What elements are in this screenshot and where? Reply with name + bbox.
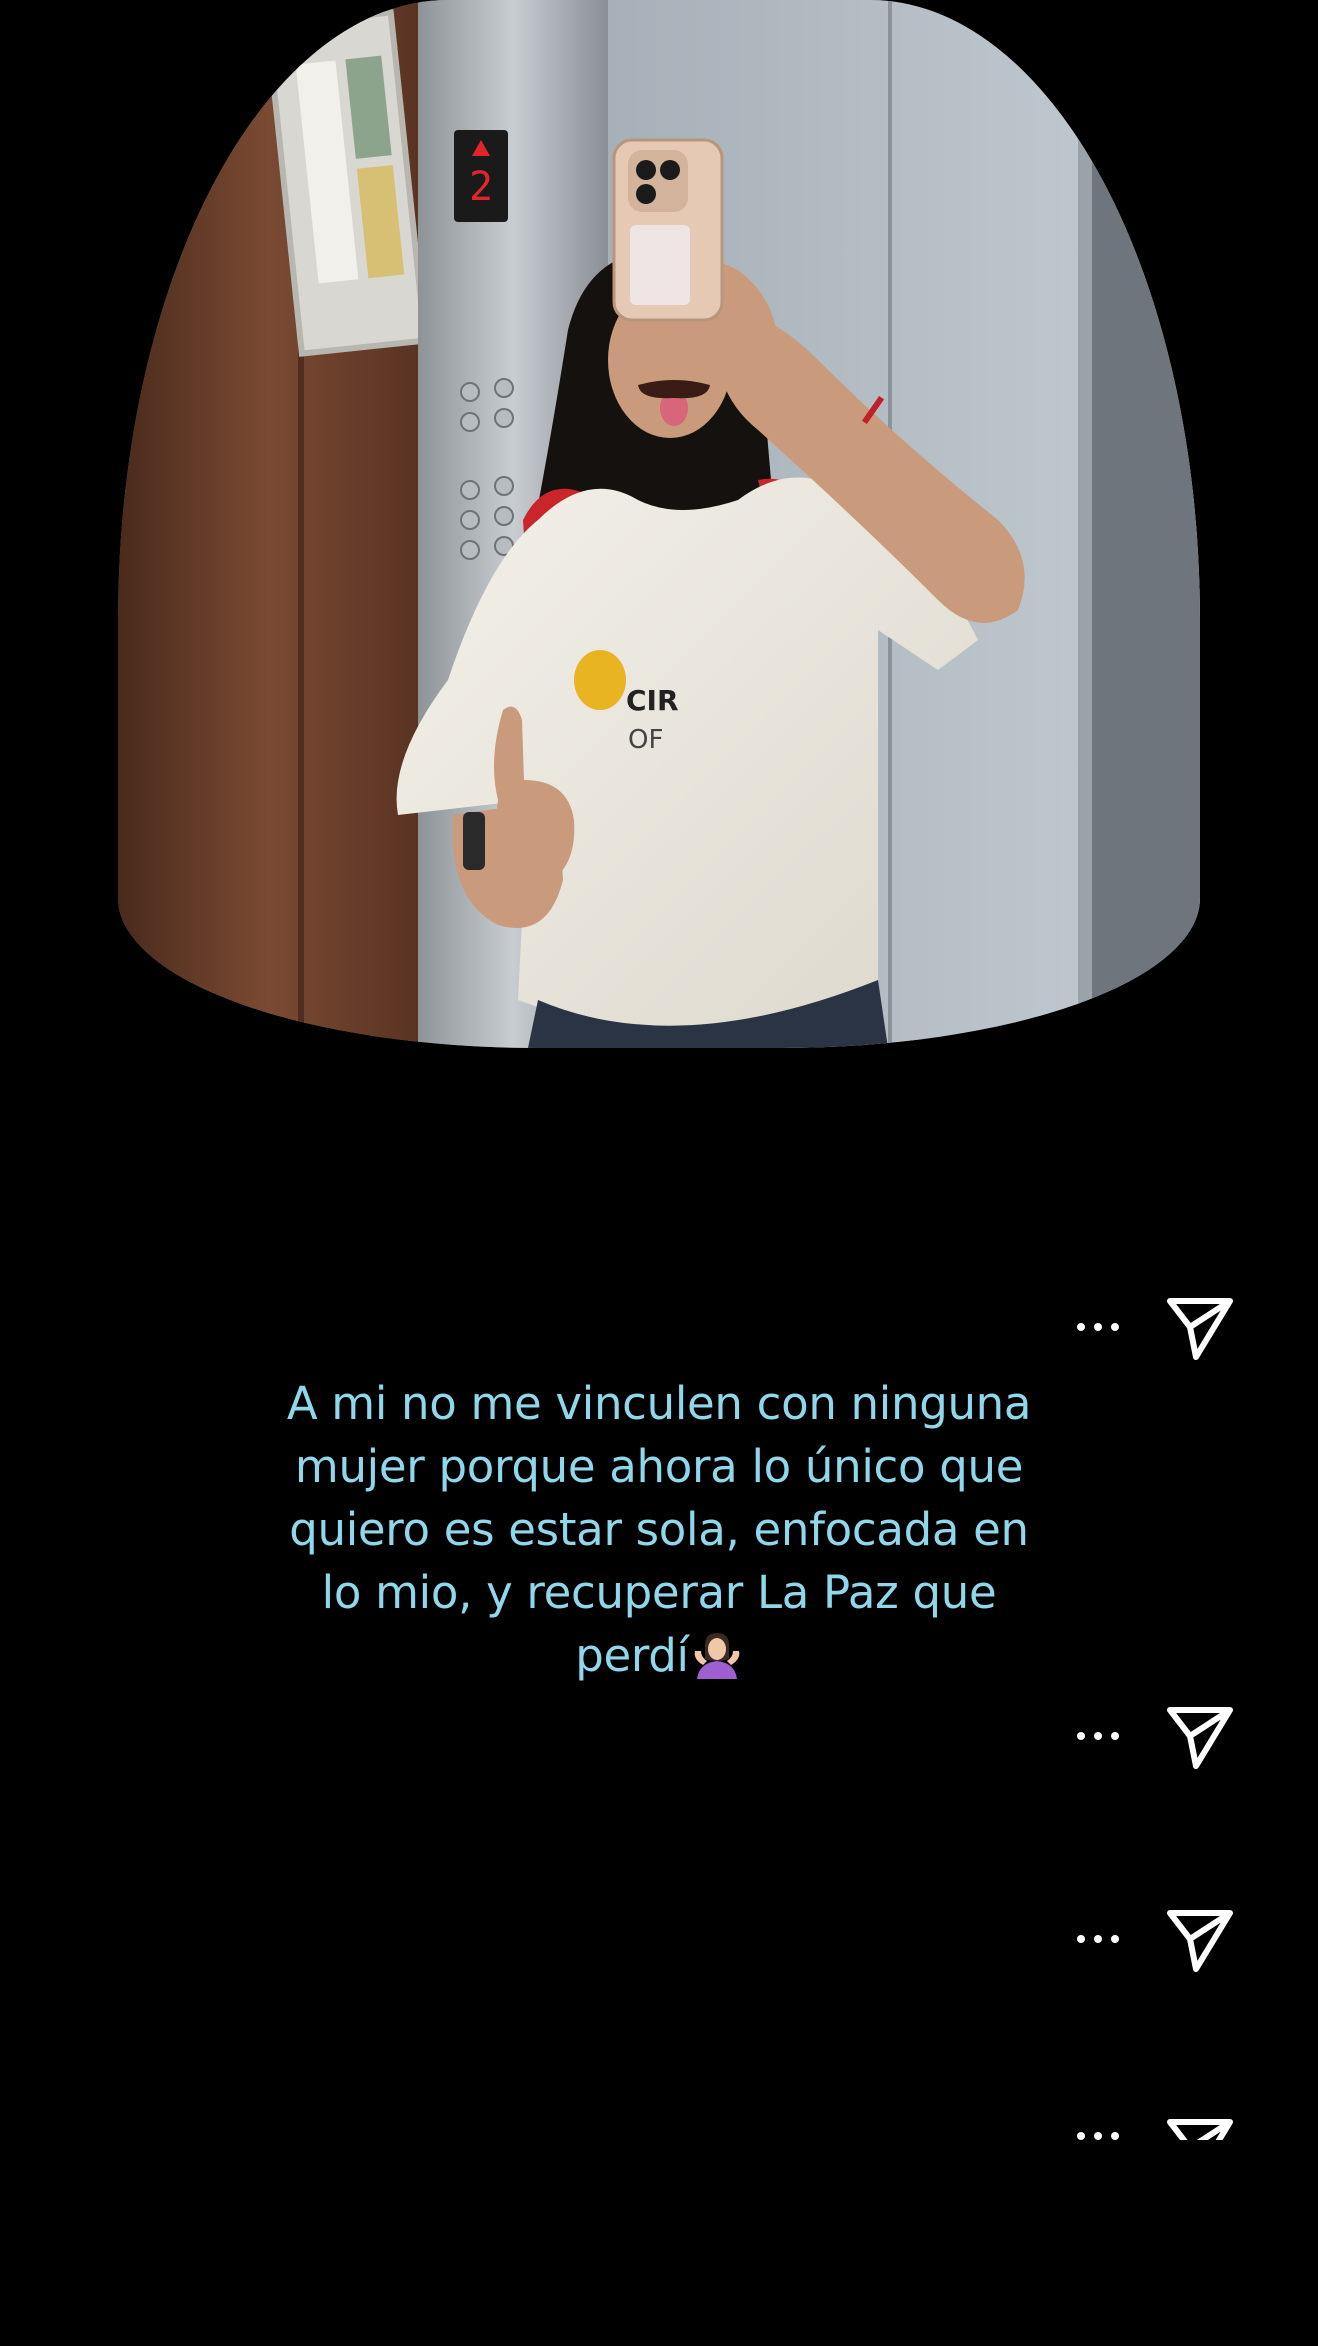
phone [612,138,724,322]
more-options-button[interactable] [1060,1921,1136,1957]
caption-line: lo mio, y recuperar La Paz que [321,1566,997,1619]
post-actions-row [1060,1696,1260,1776]
more-options-button[interactable] [1060,2118,1136,2140]
svg-text:OF: OF [628,725,663,755]
more-dots-icon [1077,1732,1085,1740]
caption-line: mujer porque ahora lo único que [294,1440,1024,1493]
caption-last-line: perdí [250,1624,1068,1687]
caption-line: quiero es estar sola, enfocada en [289,1503,1029,1556]
send-paper-plane-icon[interactable] [1160,1696,1240,1776]
more-dots-icon [1077,1935,1085,1943]
more-options-button[interactable] [1060,1309,1136,1345]
shrug-emoji-icon [694,1633,740,1679]
send-paper-plane-icon[interactable] [1160,1899,1240,1979]
svg-text:CIR: CIR [626,684,679,717]
floor-display-number: 2 [469,164,493,210]
more-dots-icon [1077,2132,1085,2140]
more-dots-icon [1077,1323,1085,1331]
post-actions-row [1060,1899,1260,1979]
send-paper-plane-icon[interactable] [1160,2108,1240,2140]
send-paper-plane-icon[interactable] [1160,1287,1240,1367]
more-options-button[interactable] [1060,1718,1136,1754]
post-caption: A mi no me vinculen con ninguna mujer po… [250,1372,1068,1687]
caption-line: perdí [575,1629,689,1682]
post-actions-row-partial [1060,2104,1260,2140]
post-photo[interactable]: 2 CIR OF [118,0,1200,1048]
caption-line: A mi no me vinculen con ninguna [286,1377,1032,1430]
post-actions-row [1060,1287,1260,1367]
